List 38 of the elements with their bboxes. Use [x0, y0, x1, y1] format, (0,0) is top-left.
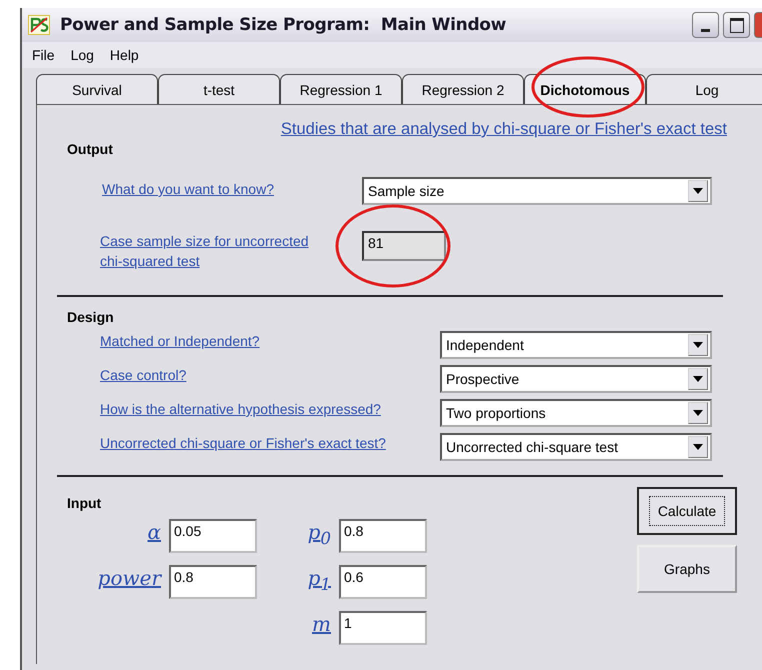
- dropdown[interactable]: Prospective: [440, 365, 712, 393]
- tab[interactable]: Regression 1: [280, 74, 402, 104]
- parameter-link[interactable]: p$_{0}$: [308, 519, 331, 552]
- question-link[interactable]: Matched or Independent?: [100, 331, 260, 349]
- window-title: Power and Sample Size Program: Main Window: [60, 15, 506, 35]
- menu-item[interactable]: Help: [110, 47, 139, 63]
- section-heading: Design: [67, 308, 115, 325]
- menu-item[interactable]: Log: [70, 47, 94, 63]
- input-field[interactable]: 0.05: [169, 519, 257, 553]
- tab[interactable]: Survival: [36, 74, 158, 104]
- tab[interactable]: Dichotomous: [524, 74, 646, 104]
- section-heading: Output: [67, 140, 113, 157]
- studies-link[interactable]: Studies that are analysed by chi-square or Fisher's exact test: [280, 120, 727, 139]
- tab[interactable]: Log: [646, 74, 762, 104]
- dropdown[interactable]: Two proportions: [440, 399, 712, 427]
- parameter-link[interactable]: α: [147, 519, 161, 545]
- dropdown[interactable]: Independent: [440, 331, 712, 359]
- tab[interactable]: t-test: [158, 74, 280, 104]
- parameter-link[interactable]: power: [98, 565, 161, 591]
- question-link[interactable]: How is the alternative hypothesis expressed?: [100, 399, 381, 417]
- dropdown[interactable]: Sample size: [362, 177, 712, 205]
- question-link[interactable]: Uncorrected chi-square or Fisher's exact test?: [100, 433, 386, 451]
- section-heading: Input: [67, 494, 102, 511]
- result-field: 81: [362, 231, 446, 261]
- dropdown[interactable]: Uncorrected chi-square test: [440, 433, 712, 461]
- input-field[interactable]: 1: [339, 611, 427, 645]
- input-field[interactable]: 0.8: [339, 519, 427, 553]
- input-field[interactable]: 0.8: [169, 565, 257, 599]
- action-button[interactable]: Calculate: [637, 487, 737, 535]
- action-button[interactable]: Graphs: [637, 545, 737, 593]
- menu-item[interactable]: File: [32, 47, 55, 63]
- parameter-link[interactable]: p$_{1}$: [308, 565, 331, 598]
- parameter-link[interactable]: m: [312, 611, 331, 637]
- result-link[interactable]: Case sample size for uncorrected chi-squared test: [100, 231, 322, 271]
- question-link[interactable]: Case control?: [100, 365, 186, 383]
- input-field[interactable]: 0.6: [339, 565, 427, 599]
- question-link[interactable]: What do you want to know?: [102, 177, 362, 197]
- tab[interactable]: Regression 2: [402, 74, 524, 104]
